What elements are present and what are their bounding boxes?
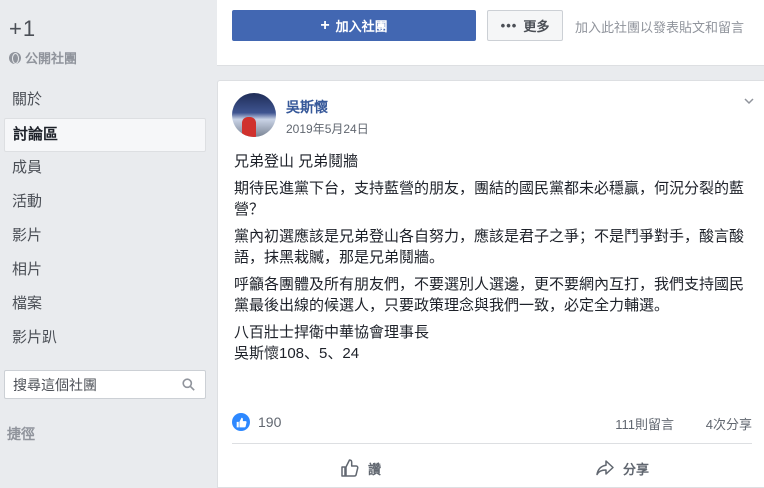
post-signature-line: 吳斯懷108、5、24 (234, 345, 360, 362)
post-paragraph: 兄弟登山 兄弟鬩牆 (234, 153, 359, 170)
more-button[interactable]: ••• 更多 (487, 10, 563, 41)
share-label: 分享 (623, 461, 650, 477)
sidebar-item-discussion[interactable]: 討論區 (4, 118, 206, 152)
like-reaction-icon[interactable] (232, 413, 250, 431)
sidebar-item-files[interactable]: 檔案 (4, 288, 206, 322)
plus-icon: + (320, 16, 330, 34)
group-title[interactable]: +1 (9, 16, 36, 42)
sidebar-item-photos[interactable]: 相片 (4, 254, 206, 288)
group-actions-bar: + 加入社團 ••• 更多 加入此社團以發表貼文和留言 (217, 0, 764, 66)
divider (232, 443, 752, 444)
sidebar-item-about[interactable]: 關於 (4, 84, 206, 118)
sidebar-item-watch-party[interactable]: 影片趴 (4, 322, 206, 356)
post-author[interactable]: 吳斯懷 (286, 97, 328, 117)
post-paragraph: 呼籲各團體及所有朋友們，不要選別人選邊，更不要網內互打，我們支持國民黨最後出線的… (234, 276, 745, 314)
thumbs-up-icon (341, 459, 359, 477)
search-icon[interactable] (182, 378, 195, 391)
join-group-button[interactable]: + 加入社團 (232, 10, 476, 41)
post-stats: 190 111則留言 4次分享 (232, 411, 752, 433)
comments-count[interactable]: 111則留言 (615, 414, 674, 433)
post-paragraph: 期待民進黨下台，支持藍營的朋友，團結的國民黨都未必穩贏，何況分裂的藍營？ (234, 180, 745, 218)
group-search (4, 370, 206, 399)
group-sidebar: +1 公開社團 關於 討論區 成員 活動 影片 相片 檔案 影片趴 捷徑 (0, 0, 217, 488)
post-card: 吳斯懷 2019年5月24日 兄弟登山 兄弟鬩牆 期待民進黨下台，支持藍營的朋友… (217, 80, 764, 488)
share-arrow-icon (596, 460, 614, 476)
post-date[interactable]: 2019年5月24日 (286, 120, 369, 137)
like-button[interactable]: 讚 (340, 453, 381, 483)
sidebar-item-videos[interactable]: 影片 (4, 220, 206, 254)
like-count[interactable]: 190 (258, 414, 281, 430)
join-group-label: 加入社團 (335, 19, 388, 34)
post-signature-line: 八百壯士捍衛中華協會理事長 (234, 324, 430, 341)
like-label: 讚 (368, 461, 382, 477)
share-button[interactable]: 分享 (595, 453, 649, 483)
avatar[interactable] (232, 93, 276, 137)
globe-icon (9, 51, 21, 64)
shares-count[interactable]: 4次分享 (706, 414, 752, 433)
ellipsis-icon: ••• (500, 18, 518, 33)
sidebar-item-members[interactable]: 成員 (4, 152, 206, 186)
shortcuts-heading: 捷徑 (7, 426, 35, 442)
group-nav: 關於 討論區 成員 活動 影片 相片 檔案 影片趴 (4, 84, 206, 356)
sidebar-item-events[interactable]: 活動 (4, 186, 206, 220)
more-label: 更多 (523, 19, 550, 34)
post-body: 兄弟登山 兄弟鬩牆 期待民進黨下台，支持藍營的朋友，團結的國民黨都未必穩贏，何況… (234, 151, 746, 364)
join-hint: 加入此社團以發表貼文和留言 (575, 20, 745, 35)
chevron-down-icon[interactable] (744, 96, 754, 106)
group-privacy: 公開社團 (9, 48, 77, 67)
thumbs-up-icon (236, 417, 247, 427)
search-input[interactable] (5, 371, 175, 398)
post-paragraph: 黨內初選應該是兄弟登山各自努力，應該是君子之爭；不是鬥爭對手，酸言酸語，抹黑栽贓… (234, 228, 745, 266)
group-privacy-label: 公開社團 (25, 51, 78, 66)
